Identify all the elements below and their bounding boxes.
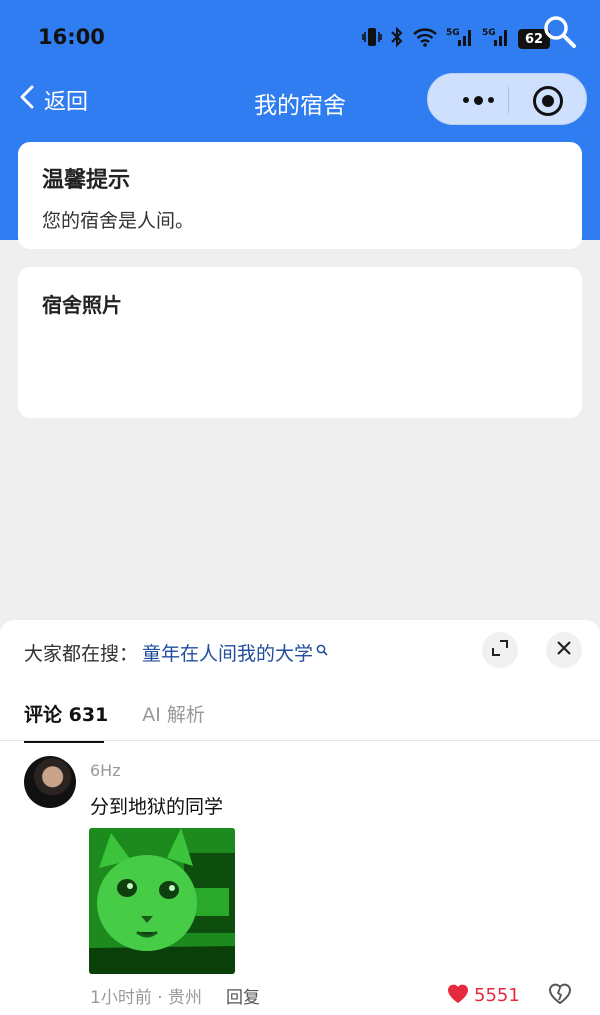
vibrate-icon xyxy=(362,26,382,52)
tab-comments[interactable]: 评论 631 xyxy=(24,700,109,743)
heart-icon xyxy=(446,982,470,1009)
status-bar: 16:00 5G 5G 62 xyxy=(0,0,600,70)
network-label-a: 5G xyxy=(446,28,460,38)
capsule-divider xyxy=(508,87,509,113)
signal-icon: 5G xyxy=(446,26,474,52)
tabs-divider xyxy=(0,740,600,741)
comment-sheet: 大家都在搜： 童年在人间我的大学 评论 631 AI 解析 6Hz 分到地狱的同… xyxy=(0,620,600,1015)
search-icon xyxy=(316,639,328,661)
close-icon xyxy=(556,640,572,660)
close-button[interactable] xyxy=(546,632,582,668)
tip-card-text: 您的宿舍是人间。 xyxy=(42,210,195,232)
comment-username[interactable]: 6Hz xyxy=(90,761,121,780)
status-icons: 5G 5G 62 xyxy=(362,26,550,52)
hot-search: 大家都在搜： 童年在人间我的大学 xyxy=(24,639,328,666)
network-label-b: 5G xyxy=(482,28,496,38)
nav-bar: 返回 我的宿舍 xyxy=(0,72,600,128)
hot-search-term[interactable]: 童年在人间我的大学 xyxy=(142,639,313,666)
comment-tabs: 评论 631 AI 解析 xyxy=(24,700,205,743)
search-icon[interactable] xyxy=(542,14,578,54)
comment-meta: 1小时前 · 贵州 回复 xyxy=(90,983,260,1008)
reply-button[interactable]: 回复 xyxy=(226,983,260,1008)
broken-heart-icon xyxy=(548,983,572,1008)
more-options-icon[interactable] xyxy=(450,74,506,126)
comment-image[interactable] xyxy=(89,828,235,974)
like-button[interactable]: 5551 xyxy=(446,982,520,1009)
tab-ai-analysis[interactable]: AI 解析 xyxy=(142,700,205,727)
like-count: 5551 xyxy=(474,985,520,1006)
expand-button[interactable] xyxy=(482,632,518,668)
close-mini-program-icon[interactable] xyxy=(533,86,563,116)
hot-search-label: 大家都在搜： xyxy=(24,643,139,665)
tab-comments-label: 评论 631 xyxy=(24,704,109,726)
signal-icon: 5G xyxy=(482,26,510,52)
tip-card: 温馨提示 您的宿舍是人间。 xyxy=(18,142,582,249)
status-time: 16:00 xyxy=(38,25,105,49)
dislike-button[interactable] xyxy=(548,982,572,1008)
tip-card-title: 温馨提示 xyxy=(42,168,131,193)
wifi-icon xyxy=(412,27,438,51)
mini-program-capsule xyxy=(427,73,587,125)
comment-time-location: 1小时前 · 贵州 xyxy=(90,988,203,1008)
dorm-photo-card: 宿舍照片 xyxy=(18,267,582,418)
dorm-photo-title: 宿舍照片 xyxy=(42,293,122,317)
comment-text: 分到地狱的同学 xyxy=(90,796,224,818)
avatar[interactable] xyxy=(24,756,76,808)
bluetooth-icon xyxy=(390,26,404,52)
expand-icon xyxy=(491,639,509,661)
